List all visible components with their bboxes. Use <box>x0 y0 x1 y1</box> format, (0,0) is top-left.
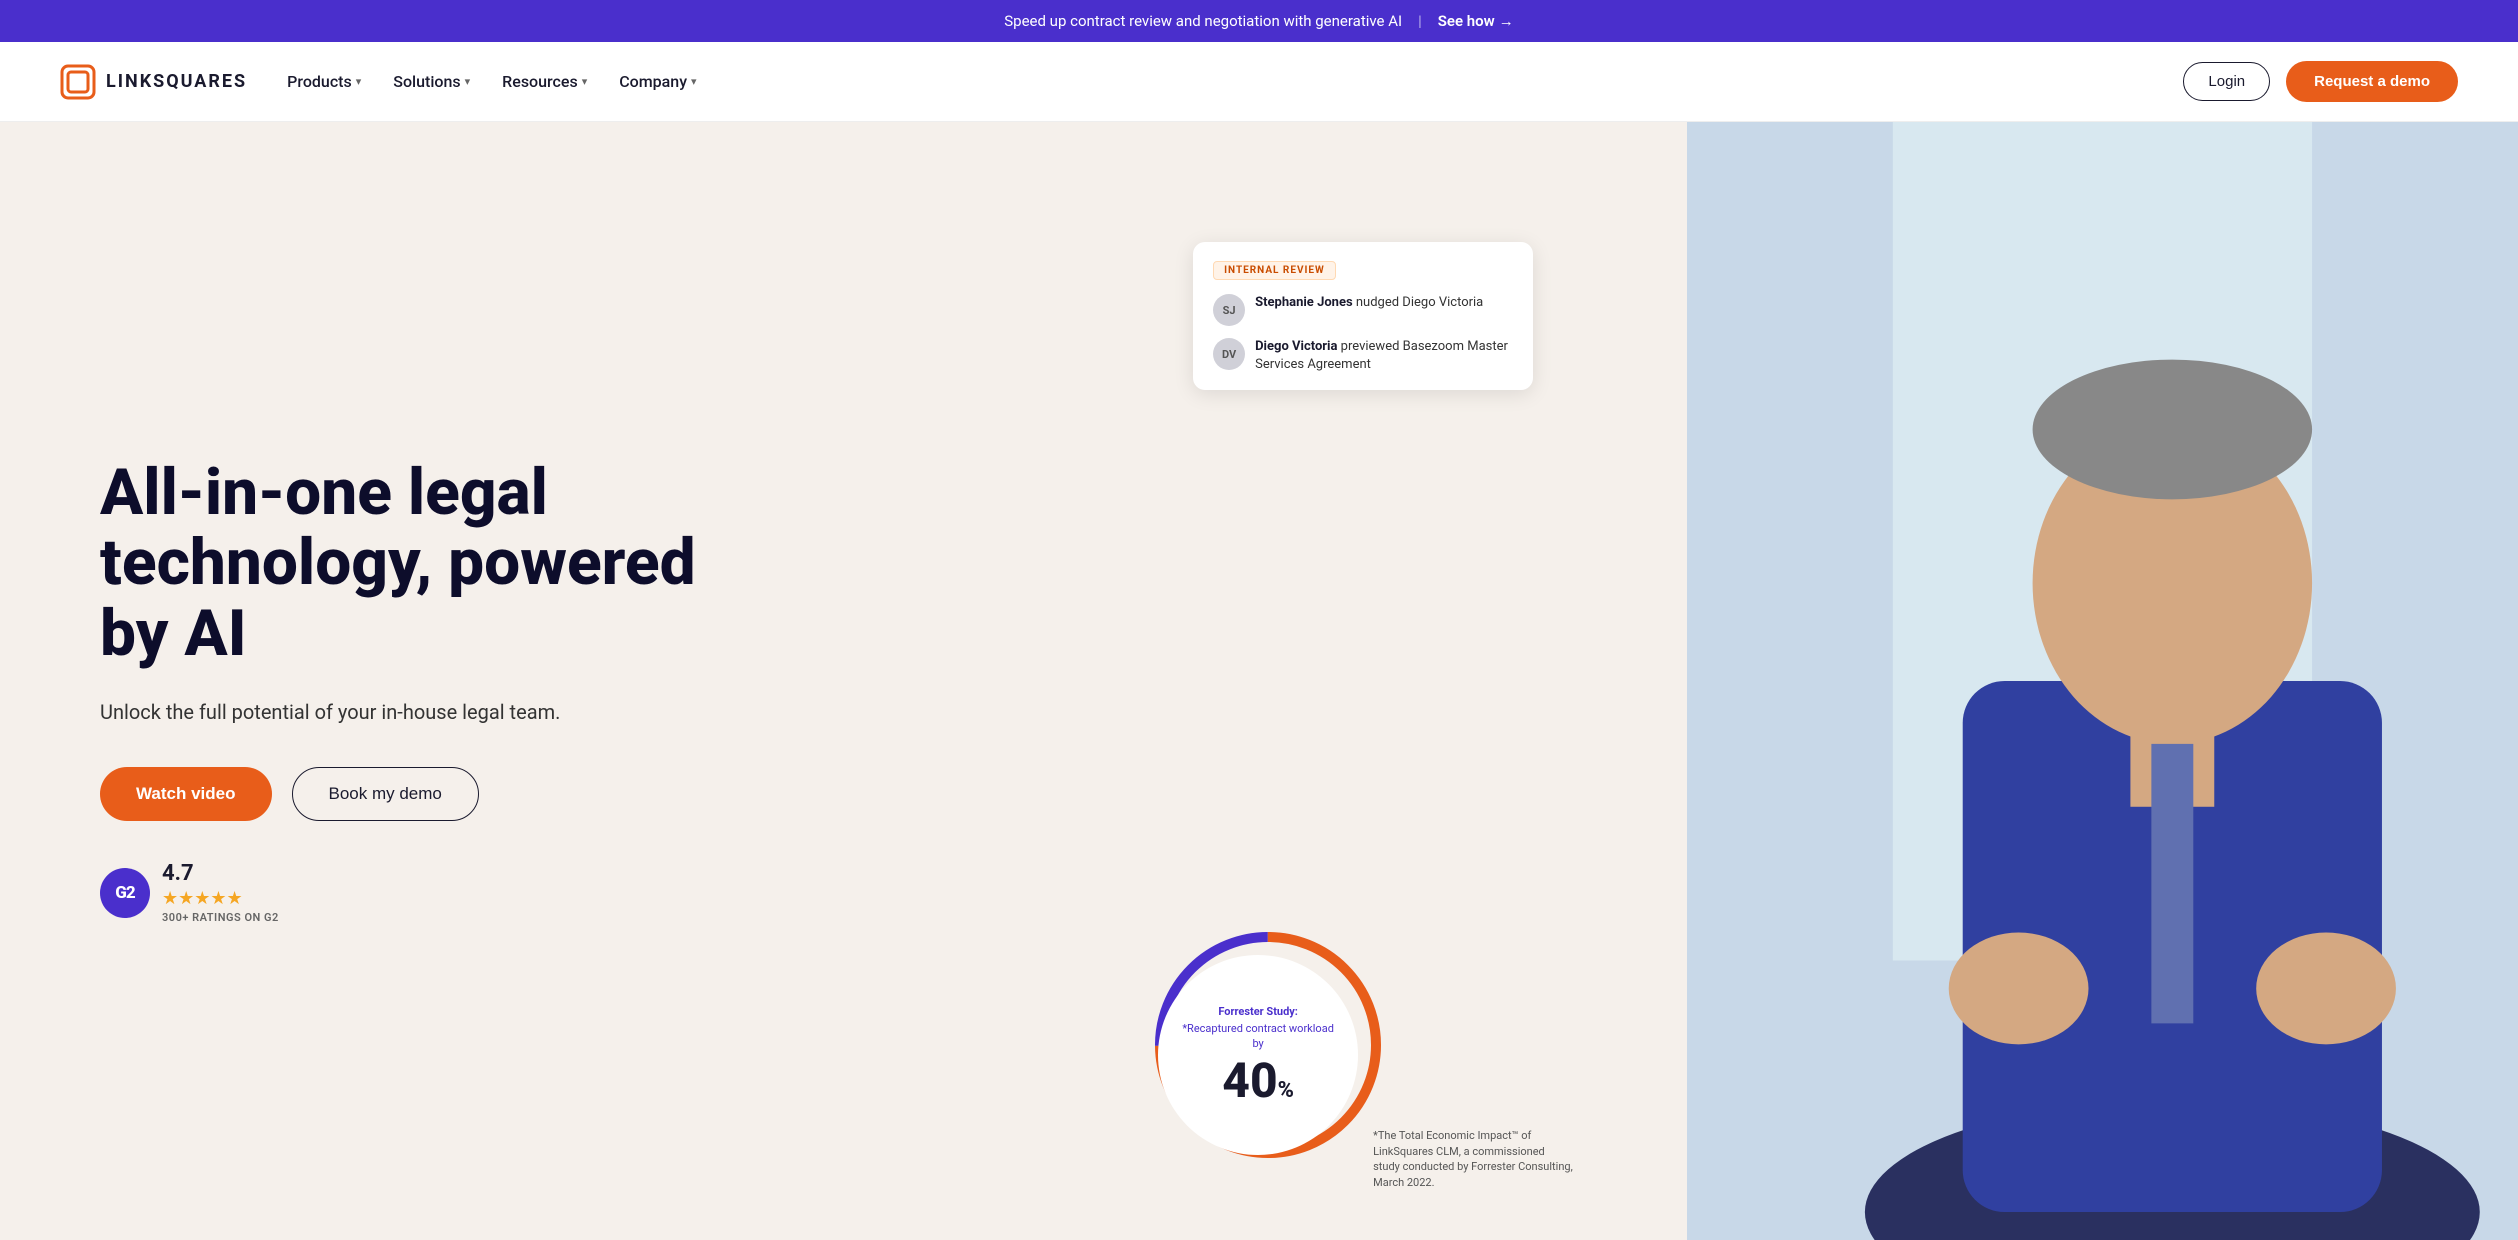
nav-solutions-label: Solutions <box>393 72 460 91</box>
activity-bold-2: Diego Victoria <box>1255 339 1337 354</box>
forrester-stat: 40% <box>1222 1057 1294 1105</box>
hero-subtitle: Unlock the full potential of your in-hou… <box>100 697 700 727</box>
hero-section: All-in-one legal technology, powered by … <box>0 122 2518 1240</box>
forrester-sublabel: *Recaptured contract workload by <box>1178 1022 1338 1051</box>
chevron-down-icon: ▾ <box>691 75 697 88</box>
request-demo-button[interactable]: Request a demo <box>2286 61 2458 102</box>
navbar: LINKSQUARES Products ▾ Solutions ▾ Resou… <box>0 42 2518 122</box>
nav-right: Login Request a demo <box>2183 61 2458 102</box>
see-how-link[interactable]: See how → <box>1438 12 1514 30</box>
nav-left: LINKSQUARES Products ▾ Solutions ▾ Resou… <box>60 64 697 100</box>
activity-item-1: SJ Stephanie Jones nudged Diego Victoria <box>1213 294 1513 326</box>
activity-badge: INTERNAL REVIEW <box>1213 261 1336 280</box>
avatar-sj: SJ <box>1213 294 1245 326</box>
activity-bold-1: Stephanie Jones <box>1255 295 1353 310</box>
nav-item-products[interactable]: Products ▾ <box>287 72 361 91</box>
logo[interactable]: LINKSQUARES <box>60 64 247 100</box>
hero-content: All-in-one legal technology, powered by … <box>100 458 700 924</box>
activity-card: INTERNAL REVIEW SJ Stephanie Jones nudge… <box>1193 242 1533 390</box>
g2-number: 4.7 <box>162 861 279 886</box>
nav-resources-label: Resources <box>502 72 578 91</box>
hero-person-svg <box>1687 122 2518 1240</box>
logo-icon <box>60 64 96 100</box>
top-banner: Speed up contract review and negotiation… <box>0 0 2518 42</box>
g2-info: 4.7 ★★★★★ 300+ RATINGS ON G2 <box>162 861 279 924</box>
nav-item-resources[interactable]: Resources ▾ <box>502 72 587 91</box>
logo-text: LINKSQUARES <box>106 71 247 92</box>
g2-rating: G2 4.7 ★★★★★ 300+ RATINGS ON G2 <box>100 861 700 924</box>
forrester-number: 40 <box>1222 1052 1277 1109</box>
book-demo-button[interactable]: Book my demo <box>292 767 479 821</box>
nav-company-label: Company <box>619 72 687 91</box>
chevron-down-icon: ▾ <box>582 75 588 88</box>
nav-item-solutions[interactable]: Solutions ▾ <box>393 72 470 91</box>
arrow-icon: → <box>1499 12 1514 30</box>
nav-products-label: Products <box>287 72 352 91</box>
chevron-down-icon: ▾ <box>356 75 362 88</box>
activity-text-1: Stephanie Jones nudged Diego Victoria <box>1255 294 1483 312</box>
activity-text-2: Diego Victoria previewed Basezoom Master… <box>1255 338 1513 374</box>
see-how-label: See how <box>1438 12 1495 30</box>
g2-label: 300+ RATINGS ON G2 <box>162 911 279 924</box>
watch-video-button[interactable]: Watch video <box>100 767 272 821</box>
banner-divider: | <box>1418 12 1422 30</box>
forrester-card: Forrester Study: *Recaptured contract wo… <box>1158 955 1358 1155</box>
forrester-note: *The Total Economic Impact™ of LinkSquar… <box>1373 1128 1573 1190</box>
hero-right: INTERNAL REVIEW SJ Stephanie Jones nudge… <box>1133 122 2518 1240</box>
avatar-dv: DV <box>1213 338 1245 370</box>
chevron-down-icon: ▾ <box>465 75 471 88</box>
activity-item-2: DV Diego Victoria previewed Basezoom Mas… <box>1213 338 1513 374</box>
g2-badge: G2 <box>100 868 150 918</box>
banner-text: Speed up contract review and negotiation… <box>1004 12 1402 30</box>
nav-item-company[interactable]: Company ▾ <box>619 72 696 91</box>
activity-rest-1: nudged Diego Victoria <box>1353 295 1484 310</box>
hero-buttons: Watch video Book my demo <box>100 767 700 821</box>
login-button[interactable]: Login <box>2183 62 2270 101</box>
nav-links: Products ▾ Solutions ▾ Resources ▾ Compa… <box>287 72 696 91</box>
hero-title: All-in-one legal technology, powered by … <box>100 458 700 669</box>
g2-stars: ★★★★★ <box>162 888 279 909</box>
forrester-percent: % <box>1278 1078 1294 1103</box>
person-image <box>1687 122 2518 1240</box>
forrester-label: Forrester Study: <box>1218 1005 1298 1018</box>
